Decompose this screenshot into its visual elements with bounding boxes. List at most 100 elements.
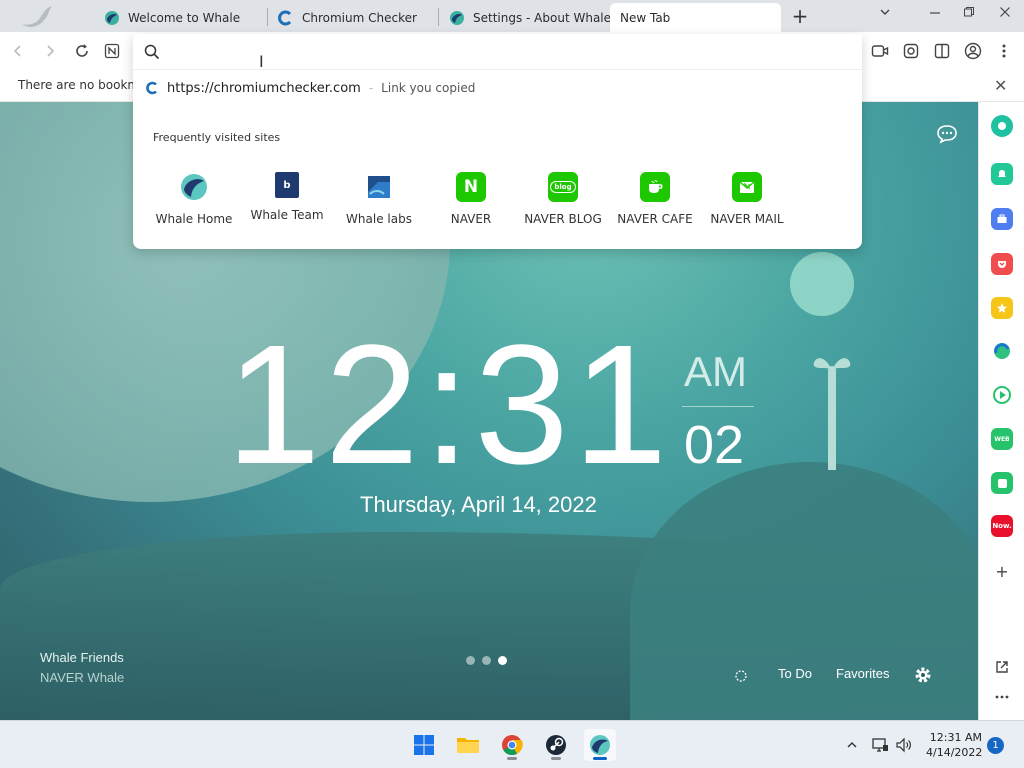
whale-friends-subtitle: NAVER Whale <box>40 670 125 685</box>
suggestion-copied-link[interactable]: https://chromiumchecker.com - Link you c… <box>133 76 475 100</box>
capture-icon[interactable] <box>901 41 921 61</box>
whale-team-glyph: b <box>283 179 291 191</box>
whale-team-icon: b <box>275 172 299 198</box>
naver-now-icon[interactable]: Now. <box>991 515 1013 537</box>
frequent-sites-title: Frequently visited sites <box>153 131 281 144</box>
sidebar-more-icon[interactable] <box>991 686 1013 708</box>
site-whale-team[interactable]: b Whale Team <box>244 172 330 222</box>
address-input[interactable]: I <box>133 34 862 71</box>
site-whale-labs[interactable]: Whale labs <box>336 172 422 226</box>
background-pager <box>466 656 507 665</box>
favorites-link[interactable]: Favorites <box>836 666 889 681</box>
naver-glyph: N <box>463 177 479 197</box>
tab-new-tab[interactable]: New Tab <box>610 3 781 32</box>
chat-icon[interactable] <box>936 124 958 144</box>
profile-icon[interactable] <box>963 41 983 61</box>
network-icon[interactable] <box>870 735 890 755</box>
whale-friends-title[interactable]: Whale Friends <box>40 650 124 665</box>
naver-home-icon[interactable] <box>102 41 122 61</box>
system-clock[interactable]: 12:31 AM 4/14/2022 <box>926 730 982 760</box>
system-date: 4/14/2022 <box>926 746 983 759</box>
site-naver-cafe[interactable]: NAVER CAFE <box>612 172 698 226</box>
toolbox-icon[interactable] <box>991 208 1013 230</box>
open-external-icon[interactable] <box>991 656 1013 678</box>
naver-blog-icon: blog <box>548 172 578 202</box>
alarm-bell-icon[interactable] <box>991 163 1013 185</box>
whale-on-icon[interactable] <box>991 115 1013 137</box>
sidebar-toggle-icon[interactable] <box>932 41 952 61</box>
text-cursor-icon: I <box>259 52 264 71</box>
site-name: Whale labs <box>346 212 412 226</box>
site-naver-blog[interactable]: blog NAVER BLOG <box>520 172 606 226</box>
chromium-checker-icon <box>278 10 294 26</box>
suggestion-url: https://chromiumchecker.com <box>167 80 361 96</box>
running-indicator <box>507 757 517 760</box>
star-bookmark-icon[interactable] <box>991 297 1013 319</box>
site-whale-home[interactable]: Whale Home <box>151 172 237 226</box>
steam-icon[interactable] <box>540 729 572 761</box>
search-icon <box>144 44 160 60</box>
active-indicator <box>593 757 607 760</box>
papago-translate-icon[interactable] <box>991 340 1013 362</box>
tab-strip: Welcome to Whale Chromium Checker Settin… <box>0 0 1024 32</box>
tab-settings-about-whale[interactable]: Settings - About Whale <box>437 3 611 32</box>
notification-badge[interactable]: 1 <box>987 737 1004 754</box>
chromium-checker-icon <box>146 81 157 95</box>
weather-icon[interactable] <box>733 668 749 684</box>
tab-label: Settings - About Whale <box>473 10 612 25</box>
naver-cafe-icon <box>640 172 670 202</box>
site-name: NAVER MAIL <box>710 212 784 226</box>
naver-line-icon[interactable] <box>991 472 1013 494</box>
close-icon[interactable]: ✕ <box>994 76 1007 95</box>
forward-icon[interactable] <box>40 41 60 61</box>
sidebar: WEB Now. + <box>978 102 1024 720</box>
chrome-icon[interactable] <box>496 729 528 761</box>
naver-mail-icon <box>732 172 762 202</box>
naver-now-glyph: Now. <box>992 522 1012 530</box>
site-naver-mail[interactable]: NAVER MAIL <box>704 172 790 226</box>
gear-icon[interactable] <box>914 666 932 684</box>
system-time: 12:31 AM <box>929 731 982 744</box>
minimize-button[interactable] <box>922 4 948 26</box>
menu-kebab-icon[interactable] <box>994 41 1014 61</box>
whale-icon <box>104 10 120 26</box>
whale-icon <box>179 172 209 202</box>
taskbar: 12:31 AM 4/14/2022 1 <box>0 720 1024 768</box>
tray-chevron-up-icon[interactable] <box>842 735 862 755</box>
file-explorer-icon[interactable] <box>452 729 484 761</box>
pager-dot[interactable] <box>482 656 491 665</box>
tab-label: Chromium Checker <box>302 10 417 25</box>
site-name: Whale Team <box>250 208 324 222</box>
new-tab-button[interactable]: + <box>790 6 810 26</box>
webtoon-icon[interactable]: WEB <box>991 428 1013 450</box>
clock-divider <box>682 406 754 407</box>
add-sidebar-app-icon[interactable]: + <box>991 560 1013 582</box>
close-window-button[interactable] <box>992 4 1018 26</box>
music-play-icon[interactable] <box>991 384 1013 406</box>
tab-search-chevron-icon[interactable] <box>872 4 898 26</box>
pager-dot[interactable] <box>466 656 475 665</box>
tab-label: Welcome to Whale <box>128 10 241 25</box>
clock-date: Thursday, April 14, 2022 <box>360 492 597 517</box>
reload-icon[interactable] <box>72 41 92 61</box>
video-icon[interactable] <box>870 41 890 61</box>
tab-chromium-checker[interactable]: Chromium Checker <box>266 3 438 32</box>
omnibox-dropdown: I https://chromiumchecker.com - Link you… <box>133 34 862 249</box>
back-icon[interactable] <box>8 41 28 61</box>
volume-icon[interactable] <box>894 735 914 755</box>
frog-character-illustration <box>790 252 854 316</box>
whale-browser-taskbar-icon[interactable] <box>584 729 616 761</box>
site-naver[interactable]: N NAVER <box>428 172 514 226</box>
whale-icon <box>449 10 465 26</box>
restore-button[interactable] <box>956 4 982 26</box>
bird-icon <box>18 4 58 30</box>
tab-welcome-to-whale[interactable]: Welcome to Whale <box>92 3 267 32</box>
pager-dot-active[interactable] <box>498 656 507 665</box>
site-name: NAVER BLOG <box>524 212 602 226</box>
todo-link[interactable]: To Do <box>778 666 812 681</box>
clock-seconds: 02 <box>684 415 745 475</box>
pocket-icon[interactable] <box>991 253 1013 275</box>
running-indicator <box>551 757 561 760</box>
site-name: NAVER CAFE <box>617 212 693 226</box>
windows-start-icon[interactable] <box>408 729 440 761</box>
